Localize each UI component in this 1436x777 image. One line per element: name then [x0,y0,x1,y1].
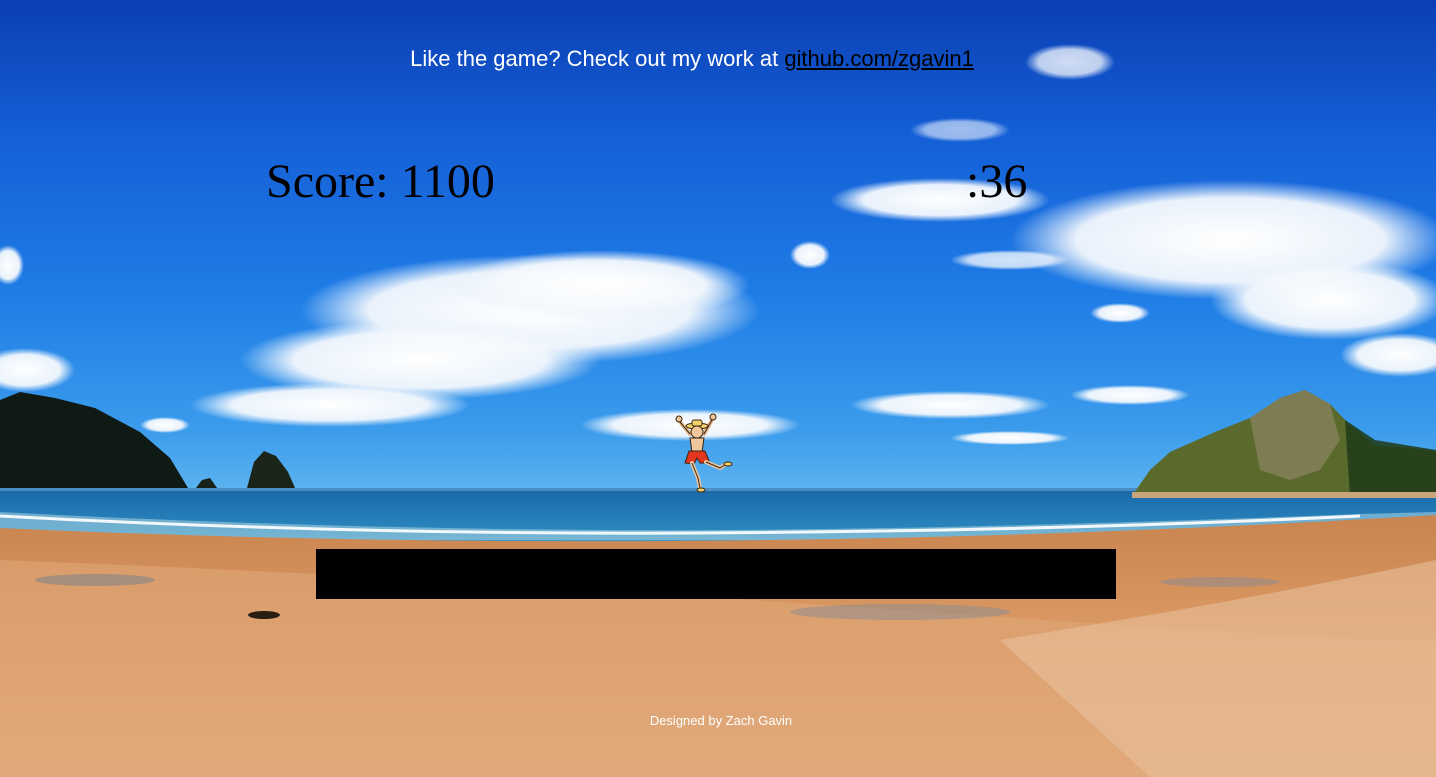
beach-scenery [0,44,1436,777]
github-link[interactable]: github.com/zgavin1 [784,46,974,71]
platform-bar [316,549,1116,599]
score-value: 1100 [400,155,495,208]
score-display: Score: 1100 [266,154,495,209]
promo-banner: Like the game? Check out my work at gith… [0,46,1384,72]
game-background [0,0,1436,777]
timer-display: :36 [966,155,1028,208]
sea-stack [247,451,295,488]
player-sprite [668,408,734,494]
cloud-group [0,44,1436,445]
running-man-icon [675,413,733,493]
designer-credit: Designed by Zach Gavin [649,713,793,728]
score-label: Score: [266,155,389,208]
left-headland [0,392,188,488]
promo-text: Like the game? Check out my work at [410,46,779,71]
